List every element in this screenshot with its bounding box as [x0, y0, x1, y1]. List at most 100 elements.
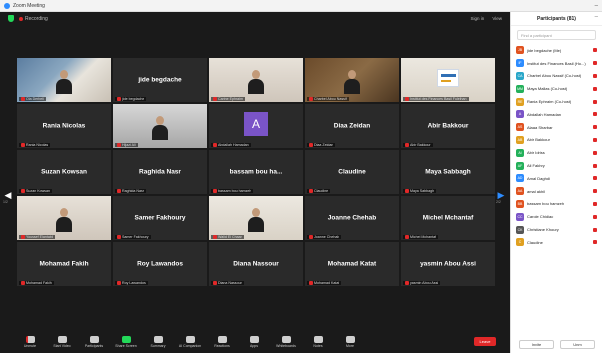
muted-mic-icon: [21, 189, 25, 193]
participant-list-item[interactable]: AA amal akhil: [511, 185, 602, 198]
participant-display-name: Diana Nassour: [233, 260, 279, 268]
participant-list-item[interactable]: CA Charbel Abou Nassif (Co-host): [511, 70, 602, 83]
mic-icon: [25, 335, 35, 343]
participant-search-input[interactable]: Find a participant: [517, 30, 596, 40]
video-tile[interactable]: Institut des Finances Basil Fuleihan: [401, 58, 495, 102]
ai-companion-button[interactable]: AI Companion: [174, 335, 206, 348]
video-tile[interactable]: jide begdache jide begdache: [113, 58, 207, 102]
gallery-grid: Ola Derbeli jide begdache jide begdache Car…: [17, 58, 495, 338]
muted-mic-icon: [213, 281, 217, 285]
muted-mic-icon: [593, 163, 597, 168]
share-screen-button[interactable]: Share Screen: [110, 335, 142, 348]
participant-list-item[interactable]: C Claudine: [511, 236, 602, 249]
tile-name-text: Raghida Nasr: [122, 189, 144, 193]
invite-button[interactable]: Invite: [519, 340, 554, 349]
participant-avatar: AS: [516, 123, 524, 132]
muted-mic-icon: [405, 281, 409, 285]
more-button[interactable]: More: [334, 335, 366, 348]
participant-name: Abdallah Hamadan: [527, 111, 562, 117]
name-label: Hijazi Ali: [115, 143, 138, 147]
unmute-all-button[interactable]: Unm: [560, 340, 595, 349]
person-silhouette: [151, 116, 169, 141]
participant-list-item[interactable]: BB bassam bou hamzeh: [511, 198, 602, 211]
close-panel-icon[interactable]: –: [595, 14, 598, 20]
video-tile[interactable]: Carine Ephraim: [209, 58, 303, 102]
participant-list-item[interactable]: AB Abir Bakkour: [511, 134, 602, 147]
participant-list-item[interactable]: AD Amal Daghdi: [511, 172, 602, 185]
muted-mic-icon: [21, 235, 25, 239]
muted-mic-icon: [593, 201, 597, 206]
toolbar-label: Start Video: [53, 343, 71, 348]
video-tile[interactable]: Samer Fakhoury Samer Fakhoury: [113, 196, 207, 240]
video-tile[interactable]: Mohamad Katat Mohamad Katat: [305, 242, 399, 286]
video-tile[interactable]: Walid El Chaar: [209, 196, 303, 240]
summary-button[interactable]: Summary: [142, 335, 174, 348]
view-button[interactable]: View: [492, 16, 502, 21]
muted-mic-icon: [593, 150, 597, 155]
participant-list-item[interactable]: CK Christiane Khoury: [511, 223, 602, 236]
participant-display-name: Samer Fakhoury: [134, 214, 186, 222]
participant-list-item[interactable]: AI Abir Idriss: [511, 146, 602, 159]
participant-list-item[interactable]: JB jide begdache (Me): [511, 44, 602, 57]
video-tile[interactable]: Hijazi Ali: [113, 104, 207, 148]
video-tile[interactable]: Michel Mchantaf Michel Mchantaf: [401, 196, 495, 240]
video-tile[interactable]: Charbel Abou Nassif: [305, 58, 399, 102]
record-dot-icon: [19, 16, 23, 21]
video-tile[interactable]: Raghida Nasr Raghida Nasr: [113, 150, 207, 194]
start-video-button[interactable]: Start Video: [46, 335, 78, 348]
video-tile[interactable]: Ola Derbeli: [17, 58, 111, 102]
participant-avatar: AF: [516, 161, 524, 170]
window-title: Zoom Meeting: [13, 2, 45, 9]
muted-mic-icon: [593, 214, 597, 219]
notes-button[interactable]: Notes: [302, 335, 334, 348]
video-tile[interactable]: Rania Nicolas Rania Nicolas: [17, 104, 111, 148]
participant-list-item[interactable]: AF Ali Fakhry: [511, 159, 602, 172]
participant-avatar: MM: [516, 84, 524, 93]
video-tile[interactable]: A Abdallah Hamadan: [209, 104, 303, 148]
muted-mic-icon: [213, 189, 217, 193]
participant-list-item[interactable]: CC Carole Chidiac: [511, 210, 602, 223]
participant-list-item[interactable]: AS Alaaa Sharbar: [511, 121, 602, 134]
participant-list-item[interactable]: IF Institut des Finances Basil (Ho...): [511, 57, 602, 70]
security-shield-icon[interactable]: [8, 15, 14, 22]
participant-list-item[interactable]: RE Rania Ephraim (Co-host): [511, 95, 602, 108]
toolbar-label: Whiteboards: [276, 343, 296, 348]
participant-list-item[interactable]: MM Maya Mallas (Co-host): [511, 82, 602, 95]
name-label: Diaa Zeidan: [307, 143, 336, 147]
video-tile[interactable]: Diana Nassour Diana Nassour: [209, 242, 303, 286]
reactions-button[interactable]: Reactions: [206, 335, 238, 348]
video-tile[interactable]: Diaa Zeidan Diaa Zeidan: [305, 104, 399, 148]
video-tile[interactable]: bassam bou ha... bassam bou hamzeh: [209, 150, 303, 194]
muted-mic-icon: [593, 86, 597, 91]
participant-list-item[interactable]: A Abdallah Hamadan: [511, 108, 602, 121]
video-tile[interactable]: Suzan Kowsan Suzan Kowsan: [17, 150, 111, 194]
video-tile[interactable]: Joanne Chehab Joanne Chehab: [305, 196, 399, 240]
participants-button[interactable]: Participants: [78, 335, 110, 348]
sign-in-link[interactable]: Sign in: [471, 16, 485, 21]
video-tile[interactable]: Roy Lawandos Roy Lawandos: [113, 242, 207, 286]
participant-avatar: A: [516, 110, 524, 119]
share-screen-icon: [121, 335, 131, 343]
toolbar-label: AI Companion: [178, 343, 202, 348]
tile-name-text: Rania Nicolas: [26, 143, 49, 147]
muted-mic-icon: [309, 97, 313, 101]
name-label: Maya Sabbagh: [403, 189, 437, 193]
video-tile[interactable]: Maya Sabbagh Maya Sabbagh: [401, 150, 495, 194]
name-label: Raghida Nasr: [115, 189, 146, 193]
minimize-icon[interactable]: –: [595, 3, 598, 9]
name-label: yasmin Abou Assi: [403, 281, 441, 285]
video-tile[interactable]: yasmin Abou Assi yasmin Abou Assi: [401, 242, 495, 286]
video-tile[interactable]: Claudine Claudine: [305, 150, 399, 194]
recording-indicator[interactable]: Recording: [19, 16, 48, 22]
video-tile[interactable]: Youssef Elantabli: [17, 196, 111, 240]
video-tile[interactable]: Mohamad Fakih Mohamad Fakih: [17, 242, 111, 286]
leave-button[interactable]: Leave: [474, 337, 496, 346]
tile-name-text: Diaa Zeidan: [314, 143, 334, 147]
person-silhouette: [55, 70, 73, 95]
whiteboards-button[interactable]: Whiteboards: [270, 335, 302, 348]
tile-name-text: Maya Sabbagh: [410, 189, 435, 193]
unmute-button[interactable]: Unmute: [14, 335, 46, 348]
apps-button[interactable]: Apps: [238, 335, 270, 348]
video-tile[interactable]: Abir Bakkour Abir Bakkour: [401, 104, 495, 148]
title-bar: Zoom Meeting –: [0, 0, 602, 12]
